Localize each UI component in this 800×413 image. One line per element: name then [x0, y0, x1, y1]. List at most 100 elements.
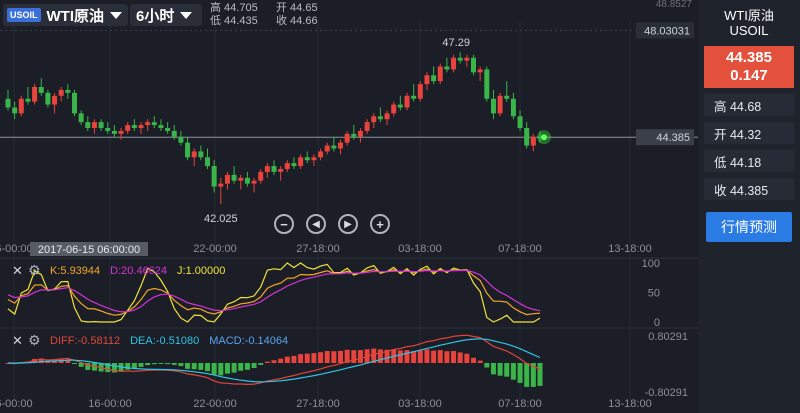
candle-body: [344, 133, 350, 143]
gear-icon[interactable]: ⚙: [28, 332, 46, 349]
x-tick-label: 16-00:00: [88, 398, 131, 410]
kdj-j-label: J:1.00000: [177, 264, 226, 277]
zoom-in-button[interactable]: +: [370, 214, 390, 234]
candle-body: [171, 130, 177, 137]
macd-bar: [264, 361, 270, 363]
candle-body: [258, 171, 264, 181]
macd-bar: [411, 351, 417, 363]
sidebar-title: WTI原油 USOIL: [698, 8, 800, 38]
candle-body: [158, 125, 164, 128]
macd-bar: [271, 360, 277, 363]
candle-body: [52, 95, 58, 105]
high-annotation: 47.29: [442, 37, 470, 49]
candle-body: [284, 163, 290, 169]
candle-body: [38, 87, 44, 93]
macd-bar: [324, 351, 330, 363]
ohlc-close: 收 44.66: [276, 15, 318, 27]
candle-body: [32, 87, 38, 102]
macd-bar: [244, 363, 250, 370]
macd-bar: [431, 350, 437, 363]
macd-bar: [477, 360, 483, 363]
macd-bar: [298, 354, 304, 363]
macd-toolbar: ✕ ⚙ DIFF:-0.58112 DEA:-0.51080 MACD:-0.1…: [12, 332, 288, 349]
candle-body: [98, 122, 104, 128]
kdj-tick-label: 100: [642, 258, 660, 270]
candle-body: [318, 151, 324, 158]
candle-body: [477, 69, 483, 73]
zoom-out-button[interactable]: −: [274, 214, 294, 234]
x-tick-label: 27-18:00: [296, 243, 339, 255]
gear-icon[interactable]: ⚙: [28, 262, 46, 279]
candle-body: [278, 169, 284, 172]
next-button[interactable]: ▶: [338, 214, 358, 234]
macd-bar: [318, 352, 324, 363]
kdj-tick-label: 50: [648, 288, 660, 300]
macd-bar: [357, 350, 363, 363]
price-change: 0.147: [730, 67, 768, 84]
candle-body: [251, 180, 257, 184]
candle-body: [238, 177, 244, 181]
price-upper-label: 48.03031: [644, 25, 690, 37]
macd-bar: [138, 363, 144, 367]
kdj-tick-label: 0: [654, 317, 660, 329]
candle-body: [218, 183, 224, 187]
candle-body: [211, 166, 217, 187]
current-price: 44.385: [726, 49, 772, 66]
candle-body: [131, 125, 137, 128]
candle-body: [244, 177, 250, 184]
candle-body: [464, 57, 470, 61]
stat-open: 开 44.32: [704, 122, 794, 144]
macd-tick-label: -0.80291: [645, 387, 688, 399]
candle-body: [111, 130, 117, 134]
macd-bar: [424, 349, 430, 363]
macd-bar: [304, 353, 310, 363]
sidebar-symbol-name: WTI原油: [724, 8, 774, 23]
macd-bar: [484, 363, 490, 368]
candle-body: [118, 130, 124, 134]
candle-body: [484, 69, 490, 99]
forecast-button[interactable]: 行情预测: [706, 212, 792, 242]
candle-body: [424, 75, 430, 85]
candle-body: [417, 84, 423, 99]
skip-back-icon: ◀: [312, 218, 320, 230]
macd-bar: [131, 363, 137, 369]
macd-bar: [165, 363, 171, 365]
ohlc-low: 低 44.435: [210, 15, 258, 27]
symbol-selector[interactable]: USOIL WTI原油: [3, 4, 128, 26]
candle-body: [338, 142, 343, 149]
macd-bar: [191, 363, 197, 370]
macd-diff-label: DIFF:-0.58112: [50, 334, 121, 347]
candle-body: [91, 122, 97, 128]
candle-body: [224, 174, 230, 184]
macd-bar: [464, 353, 470, 363]
candle-body: [198, 151, 204, 158]
prev-button[interactable]: ◀: [306, 214, 326, 234]
kdj-toolbar: ✕ ⚙ K:5.93944 D:20.46624 J:1.00000: [12, 262, 225, 279]
x-tick-label: 13-18:00: [608, 243, 651, 255]
macd-bar: [451, 351, 457, 363]
candle-body: [178, 136, 184, 143]
stat-close: 收 44.385: [704, 178, 794, 200]
candle-body: [65, 89, 71, 93]
macd-bar: [524, 363, 530, 387]
candle-body: [437, 66, 443, 82]
chevron-down-icon: [110, 11, 123, 19]
period-selector[interactable]: 6小时: [130, 4, 202, 26]
plus-icon: +: [376, 216, 384, 232]
close-icon[interactable]: ✕: [12, 263, 28, 279]
macd-bar: [471, 357, 476, 363]
macd-bar: [490, 363, 496, 375]
macd-bar: [510, 363, 516, 380]
price-max-label: 48.8527: [656, 0, 693, 10]
symbol-tag: USOIL: [7, 8, 41, 22]
macd-bar: [205, 363, 210, 372]
candle-body: [304, 157, 310, 161]
x-tick-label: 27-18:00: [296, 398, 339, 410]
skip-forward-icon: ▶: [344, 218, 352, 230]
candle-body: [384, 113, 390, 120]
kdj-d-label: D:20.46624: [110, 264, 168, 277]
candle-body: [471, 57, 476, 73]
candle-body: [510, 98, 516, 117]
x-tick-label: 22-00:00: [193, 398, 236, 410]
close-icon[interactable]: ✕: [12, 333, 28, 349]
